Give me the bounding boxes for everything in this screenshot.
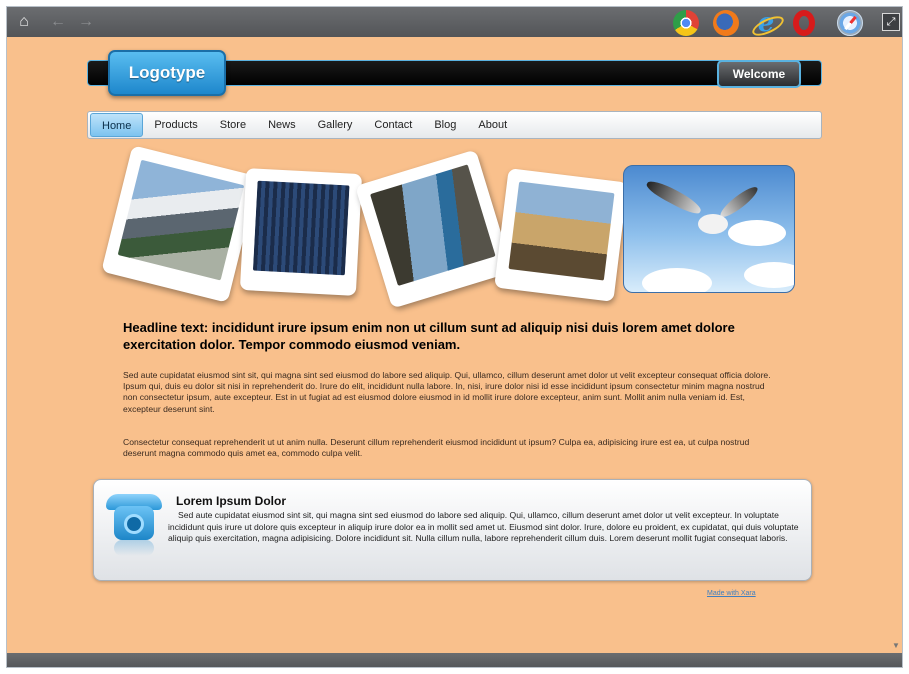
gallery-photo-house[interactable] — [101, 145, 259, 303]
nav-item-products[interactable]: Products — [143, 113, 208, 137]
cloud-shape — [642, 268, 712, 292]
nav-item-contact[interactable]: Contact — [363, 113, 423, 137]
icon-reflection — [114, 540, 154, 556]
main-nav: Home Products Store News Gallery Contact… — [87, 111, 822, 139]
photo-image — [370, 164, 496, 286]
browser-window: ⌂ ← → e ⤢ ▼ Logotype Welcome Home Produc… — [6, 6, 903, 668]
nav-item-about[interactable]: About — [467, 113, 518, 137]
logo[interactable]: Logotype — [108, 50, 226, 96]
featured-photo-seagull[interactable] — [623, 165, 795, 293]
nav-item-gallery[interactable]: Gallery — [307, 113, 364, 137]
photo-image — [117, 159, 245, 281]
seagull-body — [698, 214, 728, 234]
chrome-icon[interactable] — [673, 10, 699, 36]
telephone-icon — [106, 494, 162, 540]
seagull-wing — [717, 183, 761, 221]
opera-icon[interactable] — [793, 10, 815, 36]
gallery-photo-coast[interactable] — [355, 149, 513, 309]
cloud-shape — [744, 262, 794, 288]
cloud-shape — [728, 220, 786, 246]
nav-item-home[interactable]: Home — [90, 113, 144, 137]
home-icon[interactable]: ⌂ — [15, 13, 33, 31]
firefox-icon[interactable] — [713, 10, 739, 36]
maximize-icon[interactable]: ⤢ — [882, 13, 900, 31]
headline: Headline text: incididunt irure ipsum en… — [123, 320, 735, 352]
photo-image — [508, 181, 615, 281]
contact-title: Lorem Ipsum Dolor — [176, 494, 287, 508]
nav-item-store[interactable]: Store — [209, 113, 257, 137]
status-bar — [7, 653, 902, 667]
photo-image — [252, 180, 350, 276]
gallery-photo-building[interactable] — [239, 168, 363, 296]
welcome-button[interactable]: Welcome — [717, 60, 801, 88]
gallery-photo-city[interactable] — [494, 168, 628, 302]
body-paragraph-2: Consectetur consequat reprehenderit ut u… — [123, 437, 750, 459]
contact-box: Lorem Ipsum Dolor Sed aute cupidatat eiu… — [93, 479, 812, 581]
vertical-scrollbar[interactable]: ▼ — [890, 37, 902, 653]
made-with-link[interactable]: Made with Xara — [707, 590, 756, 597]
scroll-down-icon[interactable]: ▼ — [892, 641, 902, 651]
browser-toolbar: ⌂ ← → e ⤢ — [7, 7, 902, 38]
contact-text: Sed aute cupidatat eiusmod sint sit, qui… — [168, 510, 799, 543]
body-paragraph-1: Sed aute cupidatat eiusmod sint sit, qui… — [123, 370, 771, 414]
nav-item-blog[interactable]: Blog — [423, 113, 467, 137]
safari-icon[interactable] — [837, 10, 863, 36]
seagull-wing — [644, 176, 704, 218]
forward-arrow-icon[interactable]: → — [77, 13, 95, 31]
nav-item-news[interactable]: News — [257, 113, 307, 137]
back-arrow-icon[interactable]: ← — [49, 13, 67, 31]
ie-icon[interactable]: e — [753, 8, 779, 38]
